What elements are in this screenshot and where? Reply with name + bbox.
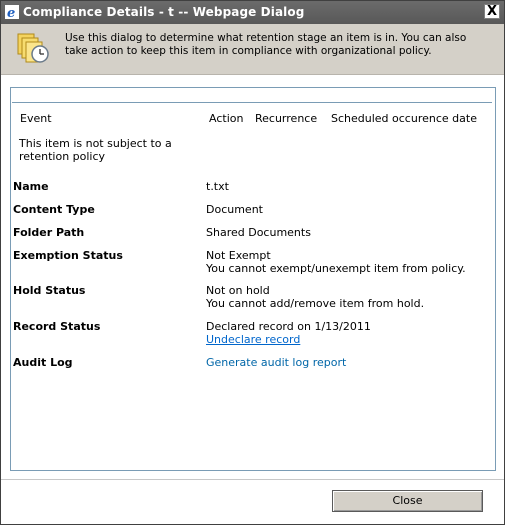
hold-status-note: You cannot add/remove item from hold. [206, 297, 425, 310]
hold-status-label: Hold Status [13, 284, 86, 297]
column-header-recurrence: Recurrence [255, 112, 318, 125]
record-status-label: Record Status [13, 320, 101, 333]
exemption-status-value: Not Exempt [206, 249, 271, 262]
panel-divider [12, 102, 492, 103]
generate-audit-log-link[interactable]: Generate audit log report [206, 356, 346, 369]
folder-path-label: Folder Path [13, 226, 85, 239]
window-title: Compliance Details - t -- Webpage Dialog [23, 5, 305, 19]
name-label: Name [13, 180, 49, 193]
record-status-value: Declared record on 1/13/2011 [206, 320, 371, 333]
documents-clock-icon [17, 33, 49, 63]
svg-text:e: e [7, 6, 15, 19]
column-header-scheduled-date: Scheduled occurence date [331, 112, 477, 125]
column-header-event: Event [20, 112, 52, 125]
name-value: t.txt [206, 180, 229, 193]
exemption-status-note: You cannot exempt/unexempt item from pol… [206, 262, 466, 275]
compliance-dialog: e Compliance Details - t -- Webpage Dial… [0, 0, 505, 525]
undeclare-record-link[interactable]: Undeclare record [206, 333, 300, 346]
close-button[interactable]: Close [332, 490, 483, 512]
exemption-status-label: Exemption Status [13, 249, 123, 262]
internet-explorer-icon: e [5, 5, 19, 19]
footer-separator [1, 479, 504, 480]
content-type-label: Content Type [13, 203, 95, 216]
dialog-header: Use this dialog to determine what retent… [1, 24, 504, 75]
close-window-button[interactable]: X [484, 4, 500, 19]
no-policy-message: This item is not subject to a retention … [19, 137, 172, 163]
content-type-value: Document [206, 203, 263, 216]
hold-status-value: Not on hold [206, 284, 270, 297]
audit-log-label: Audit Log [13, 356, 73, 369]
folder-path-value: Shared Documents [206, 226, 311, 239]
title-bar: e Compliance Details - t -- Webpage Dial… [1, 1, 504, 24]
column-header-action: Action [209, 112, 244, 125]
dialog-description: Use this dialog to determine what retent… [65, 32, 467, 57]
